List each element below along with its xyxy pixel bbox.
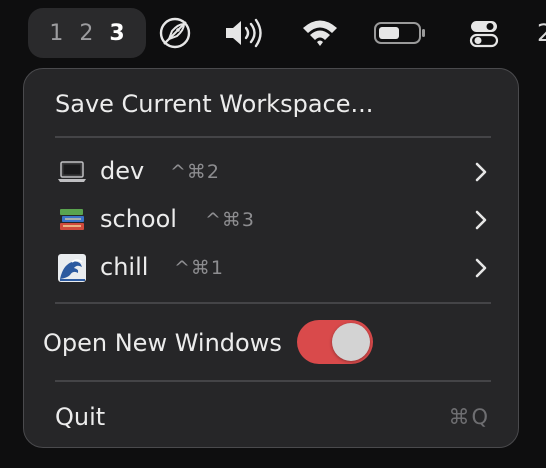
quit-shortcut: ⌘Q [448,405,490,429]
workspace-name: dev [100,157,145,185]
laptop-emoji-icon [58,161,86,182]
chevron-right-icon [475,162,487,182]
open-new-windows-label: Open New Windows [43,329,282,357]
workspace-item-school[interactable]: school ^⌘3 [55,198,491,242]
workspace-item-chill[interactable]: chill ^⌘1 [55,246,491,290]
books-emoji-icon [60,209,84,230]
menu-divider [55,302,491,304]
workspace-switcher[interactable]: 1 2 3 [28,8,146,58]
workspace-shortcut: ^⌘3 [205,209,256,231]
workspace-3-button[interactable]: 3 [109,21,124,46]
control-center-icon[interactable] [466,14,502,52]
wave-emoji-icon [58,254,86,282]
open-new-windows-toggle[interactable] [297,320,373,364]
workspace-item-dev[interactable]: dev ^⌘2 [55,150,491,194]
workspace-name: school [100,205,177,233]
chevron-right-icon [475,210,487,230]
workspace-1-button[interactable]: 1 [49,21,63,46]
menu-bar: 1 2 3 2 [0,0,546,66]
quit-item[interactable]: Quit [55,402,105,432]
workspace-shortcut: ^⌘1 [174,257,225,279]
toggle-knob [332,323,370,361]
workspace-name: chill [100,253,149,281]
workspace-2-button[interactable]: 2 [79,21,93,46]
volume-icon[interactable] [222,14,266,52]
rocket-app-icon[interactable] [156,14,194,52]
save-workspace-item[interactable]: Save Current Workspace... [55,89,373,119]
battery-icon[interactable] [372,14,428,52]
workspace-shortcut: ^⌘2 [170,161,221,183]
clock-glyph: 2 [537,19,546,47]
chevron-right-icon [475,258,487,278]
menu-divider [55,380,491,382]
wifi-icon[interactable] [300,14,340,52]
menu-divider [55,136,491,138]
workspace-menu: Save Current Workspace... dev ^⌘2 school… [23,68,519,448]
